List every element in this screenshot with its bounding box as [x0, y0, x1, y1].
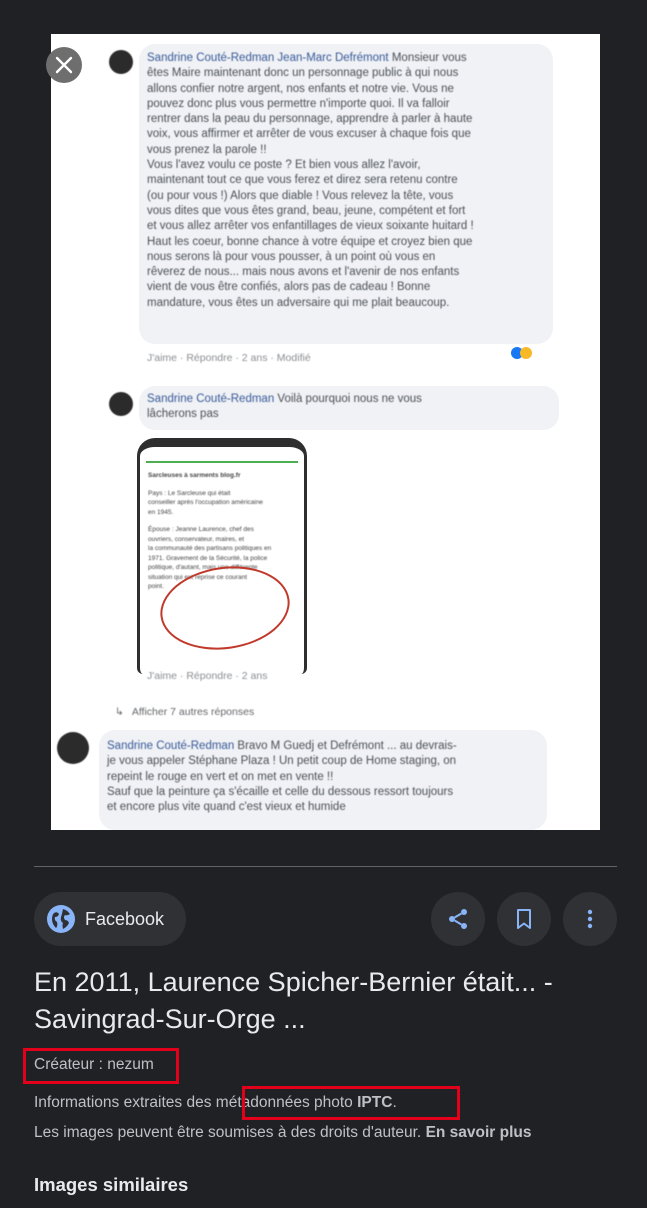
save-button[interactable] — [497, 892, 551, 946]
more-vert-icon — [587, 909, 593, 929]
comment-author: Sandrine Couté-Redman — [147, 393, 275, 405]
more-replies-link[interactable]: ↳ Afficher 7 autres réponses — [115, 706, 254, 718]
comment-line: allons confier notre argent, nos enfants… — [147, 82, 454, 95]
comment-line: Bravo M Guedj et Defrémont ... au devrai… — [237, 740, 457, 752]
phone-text-line: la communauté des partisans politiques e… — [148, 545, 272, 552]
creator-highlight-box — [23, 1048, 179, 1084]
comment-line: et vous allez arrêter vos enfantillages … — [147, 220, 474, 233]
comment-lines: Monsieur vous êtes Maire maintenant donc … — [147, 52, 474, 309]
comment-text: Sandrine Couté-Redman Bravo M Guedj et D… — [107, 739, 547, 815]
share-icon — [449, 909, 467, 929]
comment-line: mandature, vous êtes un adversaire qui m… — [147, 296, 450, 309]
embedded-phone-screenshot: Sarcleuses à sarments blog.fr Pays : Le S… — [137, 438, 307, 674]
learn-more-link[interactable]: En savoir plus — [426, 1124, 532, 1141]
phone-text-line: Sarcleuses à sarments blog.fr — [148, 472, 241, 479]
phone-text-line: Épouse : Jeanne Laurence, chef des — [148, 526, 254, 533]
close-icon — [55, 56, 73, 74]
comment-author: Sandrine Couté-Redman — [147, 52, 275, 64]
comment-line: Monsieur vous — [391, 52, 467, 64]
phone-text-line: conseiller après l'occupation américaine — [148, 499, 264, 506]
comment-line: rentrer dans la peau du personnage, appr… — [147, 113, 473, 126]
comment-line: (ou pour vous !) Alors que diable ! Vous… — [147, 189, 454, 202]
source-name: Facebook — [85, 908, 165, 929]
rights-info: Les images peuvent être soumises à des d… — [34, 1124, 532, 1142]
divider — [34, 866, 617, 867]
more-replies-label: Afficher 7 autres réponses — [131, 706, 255, 718]
comment-author: Sandrine Couté-Redman — [107, 740, 235, 752]
phone-text-line: Pays : Le Sarcleuse qui était — [148, 489, 231, 497]
rights-text: Les images peuvent être soumises à des d… — [34, 1124, 422, 1141]
comment-line: vous prenez la parole !! — [147, 143, 267, 156]
close-button[interactable] — [46, 47, 82, 83]
phone-text-line: 1971. Gravement de la Sécurité, la polic… — [148, 554, 268, 562]
comment-line: et encore plus vite quand c'est vieux et… — [107, 801, 346, 814]
avatar — [57, 732, 89, 764]
metadata-prefix: Informations extraites des — [34, 1094, 216, 1111]
comment-line: maintenant tout ce que vous ferez et dir… — [147, 174, 458, 187]
comment-meta: J'aime · Répondre · 2 ans · Modifié — [147, 352, 311, 364]
comment-mention: Jean-Marc Defrémont — [277, 52, 389, 64]
comment-line: je vous appeler Stéphane Plaza ! Un peti… — [107, 755, 457, 768]
reaction-icons — [511, 346, 541, 360]
phone-text-line: ouvriers, conservateur, maires, et — [148, 535, 245, 543]
comment-line: vient de vous être confiés, alors pas de… — [147, 281, 431, 294]
comment-line: Haut les coeur, bonne chance à votre équ… — [147, 235, 473, 248]
similar-images-heading: Images similaires — [34, 1174, 189, 1195]
comment-text: Sandrine Couté-Redman Voilà pourquoi nou… — [147, 392, 547, 423]
globe-icon — [47, 905, 75, 933]
comment-line: êtes Maire maintenant donc un personnage… — [147, 67, 459, 80]
comment-line: pouvez donc plus vous permettre n'import… — [147, 97, 450, 110]
comment-line: Vous l'avez voulu ce poste ? Et bien vou… — [147, 159, 421, 172]
share-button[interactable] — [431, 892, 485, 946]
source-chip[interactable]: Facebook — [34, 892, 187, 946]
comment-line: vous dites que vous êtes grand, beau, je… — [147, 204, 466, 217]
comment-line: voix, vous affirmer et arrêter de vous e… — [147, 128, 471, 141]
metadata-highlight-box — [242, 1086, 460, 1120]
image-preview[interactable]: Sandrine Couté-Redman Jean-Marc Defrémon… — [51, 34, 600, 830]
comment-line: Voilà pourquoi nous ne vous — [277, 393, 422, 405]
more-options-button[interactable] — [563, 892, 617, 946]
bookmark-icon — [517, 909, 531, 929]
phone-text-line: en 1945. — [148, 508, 174, 516]
comment-line: nous serons là pour vous pousser, à un p… — [147, 250, 436, 263]
comment-line: repeint le rouge en vert et on met en ve… — [107, 770, 334, 783]
avatar — [109, 50, 133, 74]
comment-line: Sauf que la peinture ça s'écaille et cel… — [107, 785, 454, 798]
comment-line: lâcherons pas — [147, 408, 219, 421]
comment-meta: J'aime · Répondre · 2 ans — [147, 670, 268, 682]
phone-browser-bar — [146, 451, 298, 463]
avatar — [109, 392, 133, 416]
comment-line: rêverez de nous... mais nous avons et l'… — [147, 266, 460, 279]
comment-text: Sandrine Couté-Redman Jean-Marc Defrémon… — [147, 51, 547, 311]
result-title[interactable]: En 2011, Laurence Spicher-Bernier était.… — [34, 964, 624, 1038]
